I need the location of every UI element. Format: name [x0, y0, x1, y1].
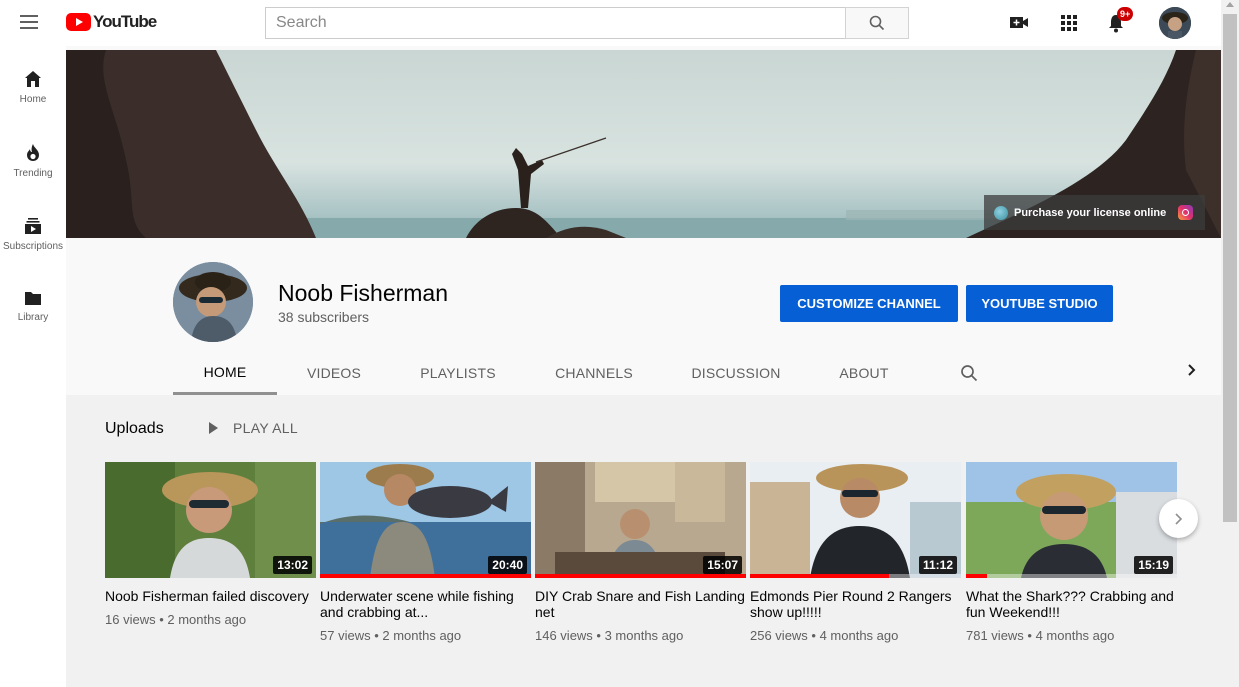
- banner-website-link[interactable]: Purchase your license online: [984, 195, 1205, 230]
- search-icon: [869, 15, 885, 31]
- guide-sidebar: Home Trending Subscriptions Library: [0, 46, 66, 687]
- video-thumbnail[interactable]: 15:07: [535, 462, 746, 578]
- video-meta: 57 views • 2 months ago: [320, 628, 462, 643]
- watch-progress-bar: [750, 574, 890, 578]
- video-duration: 20:40: [488, 556, 527, 574]
- video-card[interactable]: 20:40 Underwater scene while fishing and…: [320, 462, 531, 643]
- instagram-icon[interactable]: [1178, 205, 1193, 220]
- video-meta: 16 views • 2 months ago: [105, 612, 247, 627]
- channel-banner: Purchase your license online: [66, 50, 1221, 238]
- website-favicon-icon: [994, 205, 1008, 220]
- guide-item-label: Subscriptions: [2, 241, 64, 252]
- video-title[interactable]: Edmonds Pier Round 2 Rangers show up!!!!…: [750, 588, 961, 620]
- guide-item-home[interactable]: Home: [0, 70, 66, 105]
- video-thumbnail[interactable]: 15:19: [966, 462, 1177, 578]
- guide-item-subscriptions[interactable]: Subscriptions: [0, 217, 66, 252]
- video-meta: 146 views • 3 months ago: [535, 628, 684, 643]
- subscriptions-icon: [25, 218, 41, 234]
- trending-flame-icon: [27, 144, 39, 161]
- video-duration: 15:19: [1134, 556, 1173, 574]
- video-meta: 781 views • 4 months ago: [966, 628, 1115, 643]
- video-card[interactable]: 11:12 Edmonds Pier Round 2 Rangers show …: [750, 462, 961, 643]
- customize-channel-button[interactable]: CUSTOMIZE CHANNEL: [780, 285, 958, 322]
- apps-grid-icon[interactable]: [1060, 14, 1078, 37]
- folder-library-icon: [25, 292, 41, 305]
- video-title[interactable]: DIY Crab Snare and Fish Landing net: [535, 588, 746, 620]
- video-duration: 15:07: [703, 556, 742, 574]
- watch-progress-bar: [535, 574, 746, 578]
- play-icon: [209, 422, 218, 434]
- notifications-bell-icon[interactable]: 9+: [1107, 7, 1134, 38]
- scroll-thumb[interactable]: [1223, 14, 1237, 522]
- video-title[interactable]: Underwater scene while fishing and crabb…: [320, 588, 531, 620]
- shelf-next-button[interactable]: [1159, 499, 1198, 538]
- page-scrollbar[interactable]: [1221, 0, 1239, 687]
- menu-icon[interactable]: [20, 15, 38, 29]
- channel-name: Noob Fisherman: [278, 280, 449, 306]
- video-title[interactable]: What the Shark??? Crabbing and fun Weeke…: [966, 588, 1177, 620]
- home-content: Uploads PLAY ALL 13:02 Noob Fisherman fa…: [66, 395, 1221, 687]
- search-button[interactable]: [845, 7, 909, 39]
- tab-about[interactable]: ABOUT: [828, 351, 900, 395]
- watch-progress-bar: [966, 574, 988, 578]
- guide-item-library[interactable]: Library: [0, 290, 66, 323]
- account-avatar[interactable]: [1159, 7, 1191, 39]
- video-card[interactable]: 13:02 Noob Fisherman failed discovery 16…: [105, 462, 316, 627]
- channel-header: Noob Fisherman 38 subscribers CUSTOMIZE …: [66, 246, 1221, 395]
- watch-progress-track: [966, 574, 1177, 578]
- tab-videos[interactable]: VIDEOS: [291, 351, 377, 395]
- masthead: YouTube 9+: [0, 0, 1221, 46]
- youtube-play-icon: [66, 13, 91, 31]
- notification-badge: 9+: [1117, 7, 1134, 21]
- channel-avatar[interactable]: [173, 262, 253, 342]
- search-icon: [961, 365, 978, 382]
- youtube-logo[interactable]: YouTube: [66, 12, 157, 32]
- tab-playlists[interactable]: PLAYLISTS: [403, 351, 513, 395]
- logo-text: YouTube: [93, 12, 157, 31]
- guide-item-label: Library: [17, 312, 49, 323]
- play-all-button[interactable]: PLAY ALL: [194, 420, 298, 436]
- video-thumbnail[interactable]: 13:02: [105, 462, 316, 578]
- chevron-right-icon: [1188, 364, 1196, 376]
- create-video-icon[interactable]: [1008, 13, 1030, 36]
- guide-item-label: Trending: [13, 168, 53, 179]
- tab-discussion[interactable]: DISCUSSION: [678, 351, 794, 395]
- watch-progress-bar: [320, 574, 531, 578]
- video-card[interactable]: 15:07 DIY Crab Snare and Fish Landing ne…: [535, 462, 746, 643]
- chevron-right-icon: [1174, 512, 1182, 525]
- tabs-scroll-right-button[interactable]: [1186, 363, 1198, 382]
- scroll-up-icon[interactable]: [1226, 2, 1234, 7]
- guide-item-label: Home: [19, 94, 47, 105]
- home-icon: [25, 71, 41, 87]
- video-title[interactable]: Noob Fisherman failed discovery: [105, 588, 316, 604]
- video-meta: 256 views • 4 months ago: [750, 628, 899, 643]
- shelf-title[interactable]: Uploads: [105, 420, 164, 438]
- search-box: [265, 7, 909, 39]
- video-card[interactable]: 15:19 What the Shark??? Crabbing and fun…: [966, 462, 1177, 643]
- video-thumbnail[interactable]: 11:12: [750, 462, 961, 578]
- play-all-label: PLAY ALL: [233, 420, 298, 436]
- search-input[interactable]: [265, 7, 845, 39]
- tab-channels[interactable]: CHANNELS: [541, 351, 647, 395]
- guide-item-trending[interactable]: Trending: [0, 143, 66, 179]
- subscriber-count: 38 subscribers: [278, 309, 370, 325]
- video-thumbnail[interactable]: 20:40: [320, 462, 531, 578]
- channel-search-button[interactable]: [949, 351, 989, 395]
- tab-home[interactable]: HOME: [173, 351, 277, 395]
- video-duration: 11:12: [918, 556, 957, 574]
- youtube-studio-button[interactable]: YOUTUBE STUDIO: [966, 285, 1113, 322]
- video-duration: 13:02: [273, 556, 312, 574]
- banner-link-text: Purchase your license online: [1014, 206, 1167, 219]
